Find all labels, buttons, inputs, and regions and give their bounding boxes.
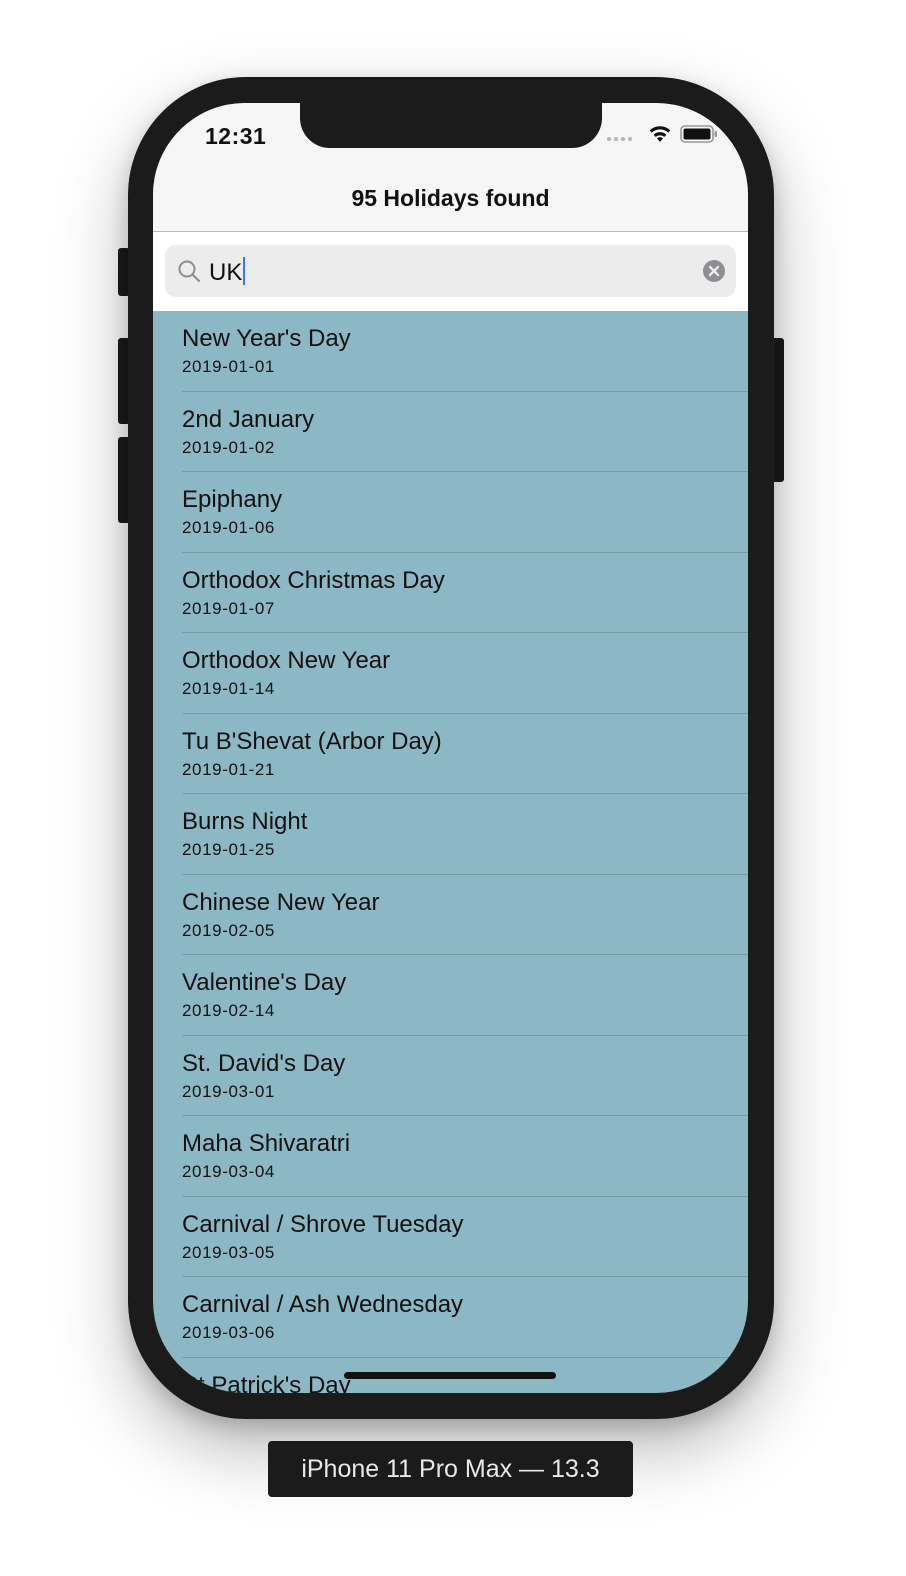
list-item[interactable]: Tu B'Shevat (Arbor Day) 2019-01-21 — [153, 714, 748, 795]
device-label: iPhone 11 Pro Max — 13.3 — [268, 1441, 633, 1497]
holiday-name: Chinese New Year — [182, 888, 380, 916]
holiday-name: Carnival / Shrove Tuesday — [182, 1210, 464, 1238]
device-screen: 12:31 95 Holidays found UK New Year's Da… — [153, 103, 748, 1393]
holiday-name: Tu B'Shevat (Arbor Day) — [182, 727, 442, 755]
holiday-date: 2019-01-21 — [182, 759, 275, 779]
status-time: 12:31 — [205, 123, 267, 149]
holiday-name: St. David's Day — [182, 1049, 346, 1077]
holiday-name: 2nd January — [182, 405, 315, 433]
holiday-date: 2019-02-14 — [182, 1001, 275, 1020]
home-indicator[interactable] — [344, 1372, 556, 1379]
search-query: UK — [209, 259, 243, 286]
holiday-name: Carnival / Ash Wednesday — [182, 1291, 464, 1318]
holiday-name: St Patrick's Day — [182, 1371, 351, 1394]
list-item[interactable]: Burns Night 2019-01-25 — [153, 794, 748, 875]
clear-icon[interactable] — [702, 259, 726, 283]
list-item[interactable]: Maha Shivaratri 2019-03-04 — [153, 1116, 748, 1197]
list-item[interactable]: 2nd January 2019-01-02 — [153, 392, 748, 473]
holiday-name: Orthodox New Year — [182, 647, 391, 674]
holiday-date: 2019-02-05 — [182, 920, 275, 940]
holiday-date: 2019-03-04 — [182, 1162, 275, 1181]
navigation-bar: 95 Holidays found — [153, 171, 748, 232]
holiday-list: New Year's Day 2019-01-01 2nd January 20… — [153, 311, 748, 1393]
page-title: 95 Holidays found — [351, 185, 550, 211]
list-item[interactable]: Epiphany 2019-01-06 — [153, 472, 748, 553]
holiday-date: 2019-01-01 — [182, 357, 275, 376]
holiday-name: Orthodox Christmas Day — [182, 566, 445, 594]
battery-icon — [680, 125, 717, 143]
text-caret — [243, 257, 246, 285]
list-item[interactable]: Valentine's Day 2019-02-14 — [153, 955, 748, 1036]
simulator-stage: 12:31 95 Holidays found UK New Year's Da… — [0, 0, 906, 1576]
holiday-name: New Year's Day — [182, 325, 351, 352]
holiday-date: 2019-01-02 — [182, 437, 275, 457]
wifi-icon — [649, 126, 671, 142]
holiday-name: Valentine's Day — [182, 969, 347, 996]
list-item[interactable]: St. David's Day 2019-03-01 — [153, 1036, 748, 1117]
list-item[interactable]: Orthodox New Year 2019-01-14 — [153, 633, 748, 714]
search-input[interactable]: UK — [209, 257, 246, 287]
list-item[interactable]: New Year's Day 2019-01-01 — [153, 311, 748, 392]
holiday-date: 2019-03-05 — [182, 1242, 275, 1262]
search-bar: UK — [153, 232, 748, 311]
holiday-date: 2019-01-25 — [182, 840, 275, 859]
list-item[interactable]: Chinese New Year 2019-02-05 — [153, 875, 748, 956]
status-icons — [607, 125, 718, 143]
search-icon — [178, 260, 201, 283]
holiday-date: 2019-03-06 — [182, 1323, 275, 1342]
holiday-name: Burns Night — [182, 808, 308, 835]
holiday-date: 2019-01-07 — [182, 598, 275, 618]
holiday-date: 2019-03-01 — [182, 1081, 275, 1101]
list-item[interactable]: Orthodox Christmas Day 2019-01-07 — [153, 553, 748, 634]
holiday-date: 2019-01-14 — [182, 679, 275, 698]
cellular-dots-icon — [607, 127, 632, 141]
holiday-name: Epiphany — [182, 486, 283, 513]
notch — [300, 103, 602, 148]
holiday-name: Maha Shivaratri — [182, 1130, 351, 1157]
list-item[interactable]: Carnival / Ash Wednesday 2019-03-06 — [153, 1277, 748, 1358]
list-item[interactable]: Carnival / Shrove Tuesday 2019-03-05 — [153, 1197, 748, 1278]
search-field[interactable]: UK — [165, 245, 736, 297]
holiday-date: 2019-01-06 — [182, 518, 275, 537]
